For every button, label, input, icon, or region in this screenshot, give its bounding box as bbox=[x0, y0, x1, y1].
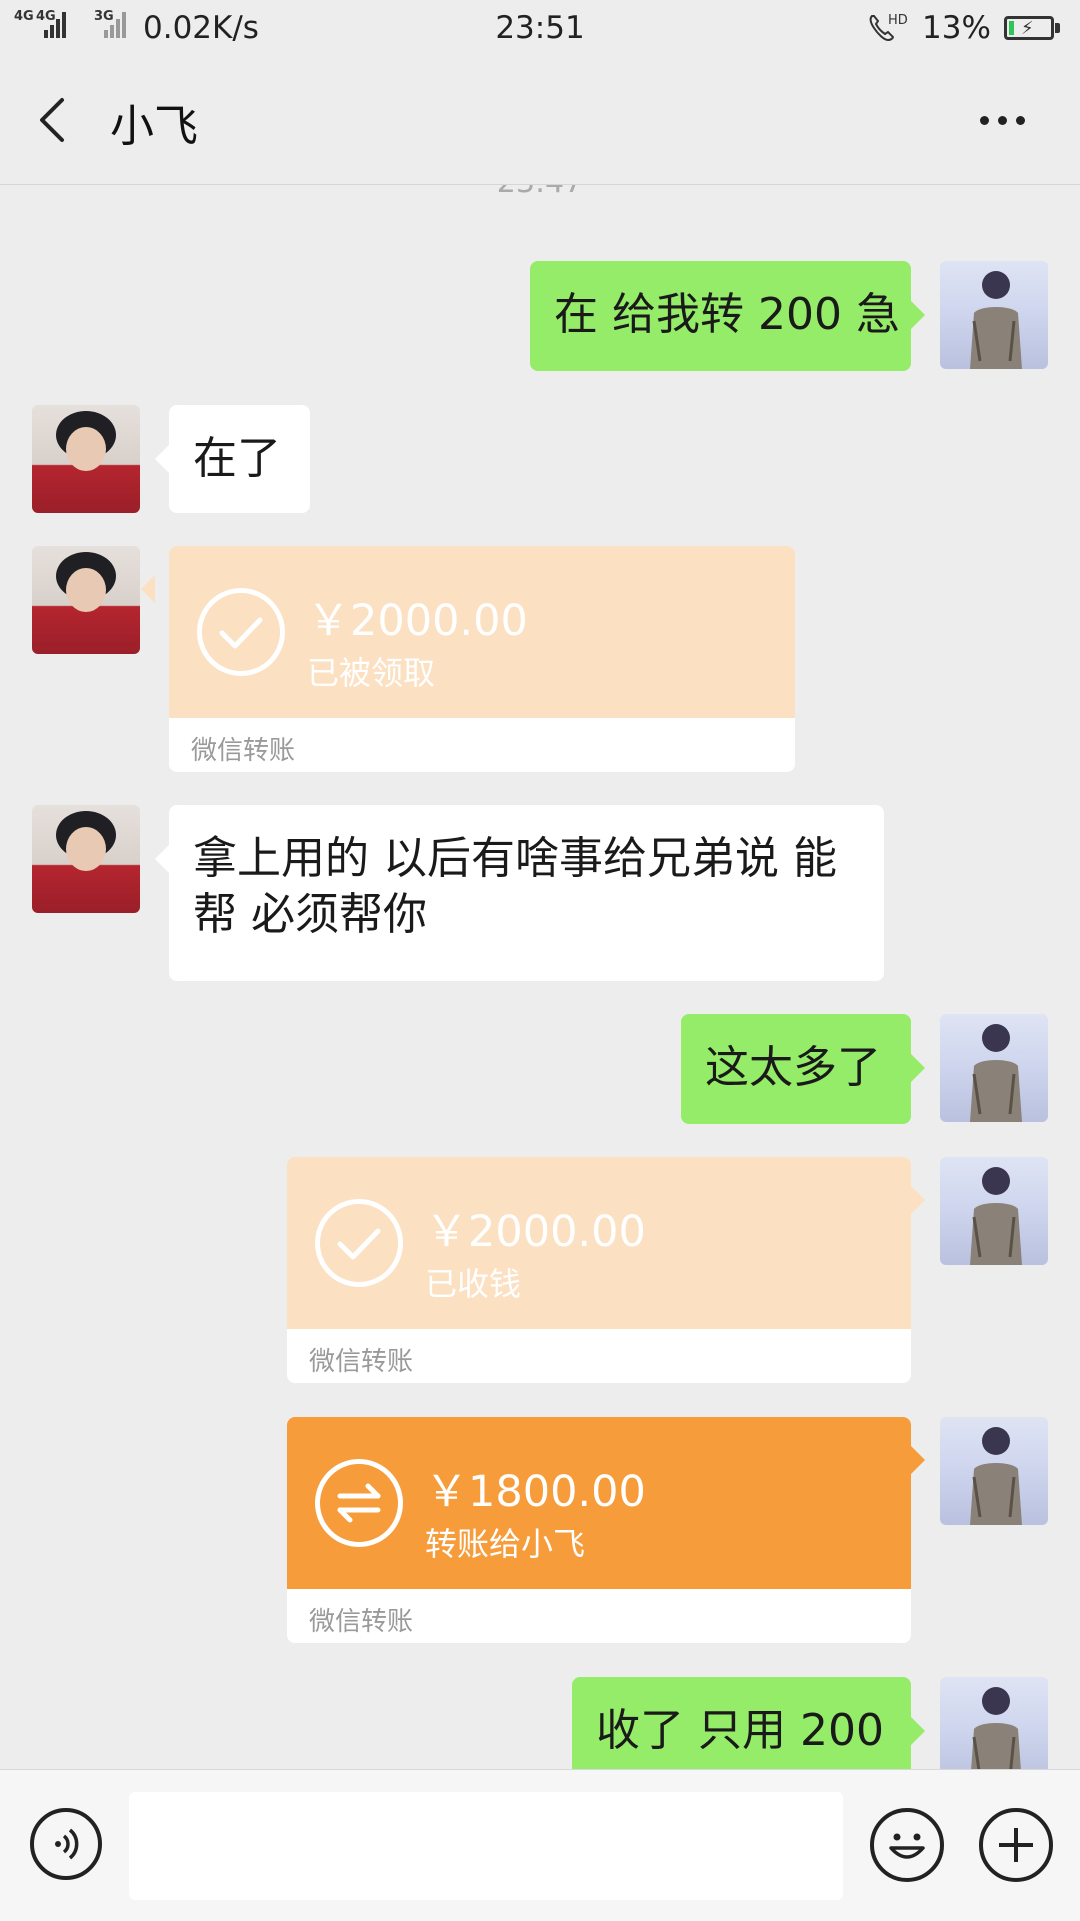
emoji-button[interactable] bbox=[870, 1808, 944, 1882]
more-button[interactable] bbox=[968, 96, 1038, 142]
message-bubble-me[interactable]: 在 给我转 200 急 bbox=[530, 261, 925, 371]
message-input[interactable] bbox=[129, 1792, 843, 1900]
message-text: 收了 只用 200 bbox=[596, 1705, 884, 1756]
hd-call-icon: HD bbox=[866, 10, 910, 46]
transfer-footer: 微信转账 bbox=[309, 1347, 414, 1377]
transfer-status: 已被领取 bbox=[307, 654, 436, 692]
transfer-card-received[interactable]: ￥2000.00 已被领取 微信转账 bbox=[169, 546, 795, 772]
message-bubble-friend[interactable]: 在了 bbox=[155, 405, 310, 513]
transfer-card-received[interactable]: ￥2000.00 已收钱 微信转账 bbox=[287, 1157, 911, 1383]
message-text: 这太多了 bbox=[705, 1042, 881, 1093]
transfer-arrows-icon bbox=[315, 1459, 403, 1547]
battery-percent: 13% bbox=[922, 10, 991, 46]
check-circle-icon bbox=[315, 1199, 403, 1287]
transfer-footer: 微信转账 bbox=[191, 736, 296, 766]
my-avatar[interactable] bbox=[940, 1677, 1048, 1769]
status-bar: 4G 4G 3G 0.02K/s 23:51 HD 13% ⚡ bbox=[0, 0, 1080, 56]
my-avatar[interactable] bbox=[940, 1417, 1048, 1525]
message-text: 拿上用的 以后有啥事给兄弟说 能帮 必须帮你 bbox=[193, 833, 837, 940]
voice-button[interactable] bbox=[30, 1808, 102, 1880]
my-avatar[interactable] bbox=[940, 1014, 1048, 1122]
transfer-card-sent[interactable]: ￥1800.00 转账给小飞 微信转账 bbox=[287, 1417, 911, 1643]
clock: 23:51 bbox=[495, 10, 585, 46]
chat-area[interactable]: 23:47 在 给我转 200 急 在了 ￥2000.00 bbox=[0, 185, 1080, 1769]
message-timestamp: 23:47 bbox=[0, 185, 1080, 200]
check-circle-icon bbox=[197, 588, 285, 676]
message-text: 在了 bbox=[193, 433, 281, 484]
voice-icon bbox=[55, 1828, 79, 1860]
emoji-icon bbox=[889, 1833, 925, 1859]
back-button[interactable] bbox=[30, 92, 80, 148]
message-bubble-friend[interactable]: 拿上用的 以后有啥事给兄弟说 能帮 必须帮你 bbox=[155, 805, 884, 981]
friend-avatar[interactable] bbox=[32, 805, 140, 913]
transfer-status: 已收钱 bbox=[425, 1265, 522, 1303]
svg-text:HD: HD bbox=[888, 13, 908, 28]
friend-avatar[interactable] bbox=[32, 405, 140, 513]
message-bubble-me[interactable]: 收了 只用 200 bbox=[572, 1677, 925, 1769]
chat-title: 小飞 bbox=[110, 101, 198, 152]
chat-header: 小飞 bbox=[0, 56, 1080, 185]
chevron-left-icon bbox=[40, 98, 64, 142]
transfer-status: 转账给小飞 bbox=[425, 1525, 586, 1563]
transfer-amount: ￥2000.00 bbox=[307, 596, 528, 646]
my-avatar[interactable] bbox=[940, 1157, 1048, 1265]
my-avatar[interactable] bbox=[940, 261, 1048, 369]
message-text: 在 给我转 200 急 bbox=[554, 289, 900, 340]
message-bubble-me[interactable]: 这太多了 bbox=[681, 1014, 925, 1124]
transfer-amount: ￥2000.00 bbox=[425, 1207, 646, 1257]
more-dots-icon bbox=[980, 116, 989, 125]
battery-icon: ⚡ bbox=[1004, 16, 1054, 40]
friend-avatar[interactable] bbox=[32, 546, 140, 654]
input-bar bbox=[0, 1769, 1080, 1921]
transfer-amount: ￥1800.00 bbox=[425, 1467, 646, 1517]
plus-button[interactable] bbox=[979, 1808, 1053, 1882]
transfer-footer: 微信转账 bbox=[309, 1607, 414, 1637]
